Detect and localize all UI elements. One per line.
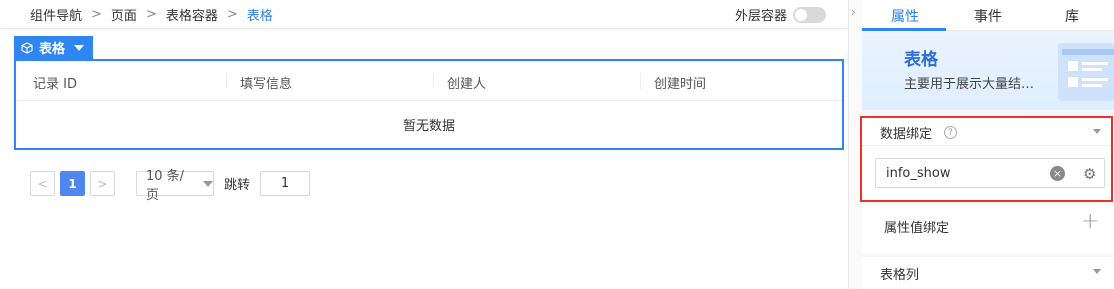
column-header-creator[interactable]: 创建人 [447, 73, 486, 92]
canvas-area: 组件导航 > 页面 > 表格容器 > 表格 外层容器 表格 记录 ID 填写信息… [0, 0, 848, 289]
panel-tabs: 属性 事件 库 [862, 0, 1114, 31]
attr-binding-section: 属性值绑定 + [862, 204, 1114, 254]
add-attr-binding-button[interactable]: + [1081, 209, 1099, 234]
table-empty-text: 暂无数据 [402, 119, 455, 134]
next-page-button[interactable]: > [90, 171, 115, 196]
tab-events[interactable]: 事件 [974, 6, 1002, 26]
jump-page-input[interactable]: 1 [260, 171, 311, 196]
component-description: 主要用于展示大量结… [904, 77, 1035, 92]
tab-properties[interactable]: 属性 [891, 6, 919, 26]
cube-icon [21, 41, 33, 54]
attr-binding-label: 属性值绑定 [884, 221, 950, 236]
outer-container-toggle-group: 外层容器 [735, 5, 827, 24]
chevron-down-icon [203, 180, 213, 187]
column-divider [226, 73, 227, 89]
tab-library[interactable]: 库 [1065, 6, 1079, 26]
breadcrumb: 组件导航 > 页面 > 表格容器 > 表格 [30, 5, 273, 24]
breadcrumb-separator: > [91, 7, 102, 22]
switch-knob [795, 8, 808, 21]
column-header-created-time[interactable]: 创建时间 [654, 73, 706, 92]
breadcrumb-item-page[interactable]: 页面 [111, 5, 137, 24]
table-illustration-icon [1058, 43, 1114, 101]
table-columns-label[interactable]: 表格列 [880, 264, 919, 283]
table-header: 记录 ID 填写信息 创建人 创建时间 [16, 61, 842, 101]
breadcrumb-separator: > [226, 7, 238, 22]
column-divider [640, 73, 641, 89]
table-columns-section: 表格列 [862, 257, 1114, 289]
prev-page-button[interactable]: < [30, 171, 55, 196]
component-selector-chip[interactable]: 表格 [14, 36, 93, 59]
column-header-record-id[interactable]: 记录 ID [33, 73, 77, 92]
top-bar: 组件导航 > 页面 > 表格容器 > 表格 外层容器 [0, 0, 848, 29]
page-number-button[interactable]: 1 [60, 171, 85, 196]
component-chip-label: 表格 [39, 42, 66, 57]
highlight-box [860, 116, 1113, 202]
chevron-down-icon[interactable] [1093, 269, 1101, 274]
breadcrumb-item-table-container[interactable]: 表格容器 [166, 5, 218, 24]
page-size-select[interactable]: 10 条/页 [136, 169, 214, 203]
component-title: 表格 [904, 50, 938, 70]
breadcrumb-item-component-nav[interactable]: 组件导航 [30, 5, 82, 24]
app-root: 组件导航 > 页面 > 表格容器 > 表格 外层容器 表格 记录 ID 填写信息… [0, 0, 1114, 289]
jump-label: 跳转 [224, 178, 251, 193]
column-header-fill-info[interactable]: 填写信息 [240, 73, 292, 92]
page-size-value: 10 条/页 [146, 168, 185, 203]
column-divider [433, 73, 434, 89]
outer-container-switch[interactable] [793, 6, 827, 23]
outer-container-label: 外层容器 [735, 9, 788, 24]
chevron-down-icon [74, 44, 85, 51]
chevron-right-icon: › [851, 5, 856, 19]
breadcrumb-separator: > [145, 7, 157, 22]
breadcrumb-item-table: 表格 [246, 9, 273, 24]
data-table[interactable]: 记录 ID 填写信息 创建人 创建时间 暂无数据 [14, 59, 844, 150]
component-info-card: 表格 主要用于展示大量结… [862, 31, 1114, 110]
pagination: < 1 > 10 条/页 跳转 1 [30, 169, 311, 203]
